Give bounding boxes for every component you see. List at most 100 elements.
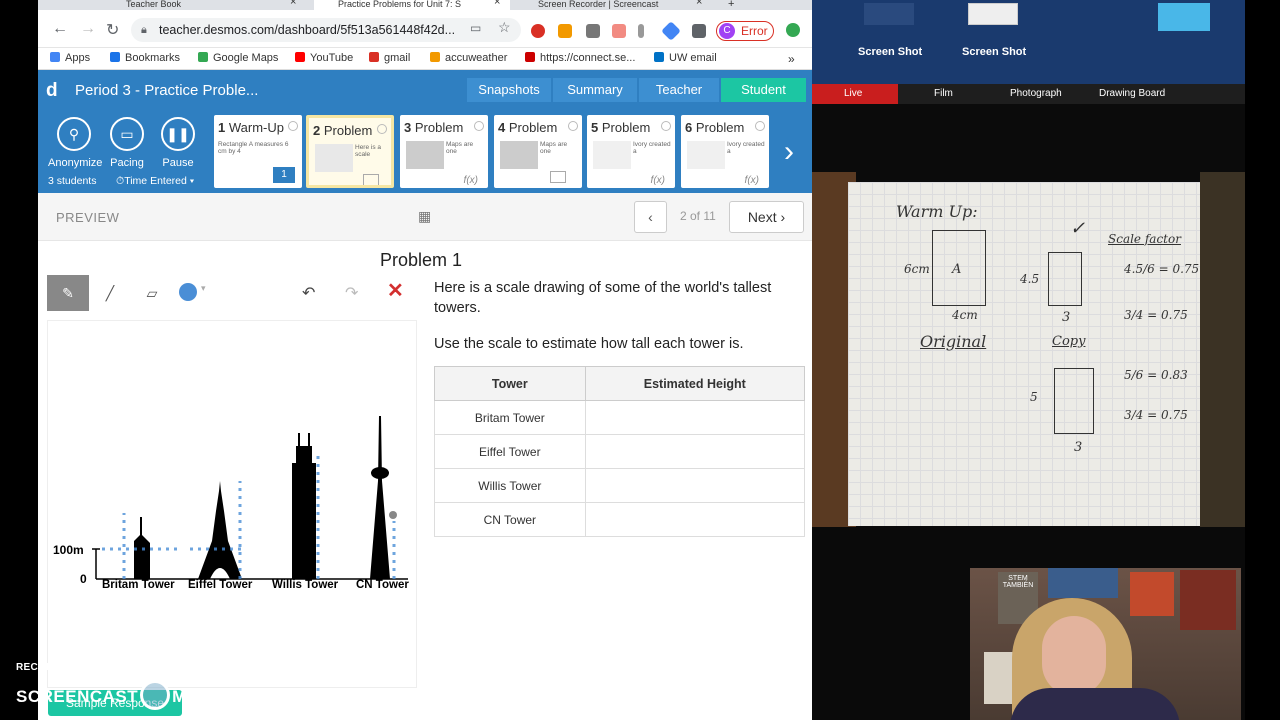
sketch-canvas[interactable]: 100m 0 Britam Tower Eiffel Tower Willis … <box>47 320 417 688</box>
pencil-icon: ✎ <box>62 285 74 301</box>
chevron-right-icon[interactable]: › <box>784 135 794 169</box>
desmos-logo[interactable]: d <box>46 80 58 102</box>
bookmark-apps[interactable]: Apps <box>50 52 90 64</box>
pin-extension-icon[interactable] <box>638 24 644 38</box>
tab-practice-problems[interactable]: Practice Problems for Unit 7: S × <box>314 0 510 10</box>
webcam-feed: STEM TAMBIÉN <box>970 568 1241 720</box>
extension-icon[interactable] <box>558 24 572 38</box>
close-icon[interactable]: × <box>494 0 500 8</box>
screen-card-2[interactable]: 2 Problem Here is a scale <box>306 115 394 188</box>
eye-icon[interactable] <box>661 121 671 131</box>
eye-icon[interactable] <box>288 121 298 131</box>
tab-summary[interactable]: Summary <box>553 78 637 102</box>
mode-film[interactable]: Film <box>934 88 953 99</box>
screen-card-4[interactable]: 4 Problem Maps are one <box>494 115 582 188</box>
cursor-dot <box>389 511 397 519</box>
mode-photograph[interactable]: Photograph <box>1010 88 1062 99</box>
eye-icon[interactable] <box>474 121 484 131</box>
activity-title[interactable]: Period 3 - Practice Proble... <box>75 82 258 99</box>
problem-instructions: Use the scale to estimate how tall each … <box>434 336 744 352</box>
cast-icon[interactable]: ▭ <box>470 21 481 35</box>
bookmark-youtube[interactable]: YouTube <box>295 52 353 64</box>
anonymize-button[interactable]: ⚲ Anonymize <box>48 117 102 169</box>
next-button[interactable]: Next › <box>729 201 804 233</box>
pacing-button[interactable]: ▭ Pacing <box>102 117 152 169</box>
bookmark-bookmarks[interactable]: Bookmarks <box>110 52 180 64</box>
diamond-extension-icon[interactable] <box>661 21 681 41</box>
eye-icon[interactable] <box>568 121 578 131</box>
tab-snapshots[interactable]: Snapshots <box>467 78 551 102</box>
camera-mode-bar: Live Film Photograph Drawing Board <box>812 84 1245 104</box>
list-extension-icon[interactable] <box>586 24 600 38</box>
forward-icon[interactable]: → <box>80 20 96 38</box>
tower-height-table: Tower Estimated Height Britam Tower Eiff… <box>434 366 806 537</box>
test-rectangle <box>1054 368 1094 434</box>
star-icon[interactable]: ☆ <box>498 19 511 36</box>
screen-thumbnail <box>593 141 631 169</box>
tab-student[interactable]: Student <box>721 78 806 102</box>
scale-top-label: 100m <box>53 543 84 557</box>
puzzle-icon[interactable] <box>692 24 706 38</box>
close-icon[interactable]: × <box>290 0 296 8</box>
screenshot-thumbnail[interactable] <box>864 3 914 25</box>
bookmark-gmail[interactable]: gmail <box>369 52 410 64</box>
checkmark-icon: ✓ <box>1070 218 1086 239</box>
eye-icon[interactable] <box>377 124 387 134</box>
sort-dropdown[interactable]: ⏱Time Entered ▾ <box>116 175 194 188</box>
height-input[interactable] <box>584 434 806 469</box>
screens-strip: ⚲ Anonymize ▭ Pacing ❚❚ Pause 3 students… <box>38 111 812 193</box>
clear-icon[interactable]: ✕ <box>387 278 404 303</box>
table-row: Eiffel Tower <box>434 434 806 469</box>
column-header-height: Estimated Height <box>584 366 806 401</box>
close-icon[interactable]: × <box>696 0 702 8</box>
problem-prompt: Here is a scale drawing of some of the w… <box>434 280 772 316</box>
profile-error-button[interactable]: C Error <box>716 21 774 41</box>
bookmarks-overflow-icon[interactable]: » <box>788 52 795 66</box>
pencil-tool[interactable]: ✎ <box>47 275 89 311</box>
pause-button[interactable]: ❚❚ Pause <box>153 117 203 169</box>
screen-card-1[interactable]: 1 Warm-Up Rectangle A measures 6 cm by 4… <box>214 115 302 188</box>
eye-icon[interactable] <box>755 121 765 131</box>
desktop-background: Screen Shot Screen Shot <box>812 0 1245 84</box>
line-tool[interactable]: ╱ <box>89 275 131 311</box>
bookmark-uw-email[interactable]: UW email <box>654 52 717 64</box>
lock-icon: 🔒︎ <box>141 24 147 36</box>
eraser-tool[interactable]: ▱ <box>131 275 173 311</box>
connect-icon <box>525 52 535 62</box>
calculator-icon[interactable]: ▦ <box>418 208 431 225</box>
mode-live-label: Live <box>844 88 863 99</box>
column-header-tower: Tower <box>434 366 586 401</box>
mode-drawing-board[interactable]: Drawing Board <box>1099 88 1165 99</box>
screen-card-6[interactable]: 6 Problem Ivory created a f(x) <box>681 115 769 188</box>
back-icon[interactable]: ← <box>52 20 68 38</box>
tab-teacher-book[interactable]: Teacher Book × <box>102 0 298 10</box>
label-britam: Britam Tower <box>102 579 175 591</box>
desktop-file-icon[interactable] <box>1158 3 1210 31</box>
undo-icon[interactable]: ↶ <box>302 283 315 303</box>
height-input[interactable] <box>584 400 806 435</box>
desk-edge <box>1200 172 1245 527</box>
bookmark-accuweather[interactable]: accuweather <box>430 52 507 64</box>
chevron-down-icon[interactable]: ▾ <box>201 283 206 294</box>
previous-button[interactable]: ‹ <box>634 201 667 233</box>
height-input[interactable] <box>584 502 806 537</box>
cn-tower <box>370 416 390 579</box>
new-tab-icon[interactable]: + <box>728 0 734 10</box>
bookmark-connect[interactable]: https://connect.se... <box>525 52 635 64</box>
height-input[interactable] <box>584 468 806 503</box>
tab-teacher[interactable]: Teacher <box>639 78 719 102</box>
screen-card-5[interactable]: 5 Problem Ivory created a f(x) <box>587 115 675 188</box>
response-badge: 1 <box>273 167 295 183</box>
address-bar[interactable]: 🔒︎ teacher.desmos.com/dashboard/5f513a56… <box>131 18 521 42</box>
opera-extension-icon[interactable] <box>531 24 545 38</box>
redo-icon[interactable]: ↷ <box>345 283 358 303</box>
bookmark-google-maps[interactable]: Google Maps <box>198 52 278 64</box>
update-icon[interactable] <box>786 23 800 37</box>
arrow-extension-icon[interactable] <box>612 24 626 38</box>
screen-card-3[interactable]: 3 Problem Maps are one f(x) <box>400 115 488 188</box>
tab-screen-recorder[interactable]: Screen Recorder | Screencast × <box>514 0 710 10</box>
color-picker[interactable] <box>179 283 197 301</box>
pacing-icon: ▭ <box>110 117 144 151</box>
screenshot-thumbnail[interactable] <box>968 3 1018 25</box>
reload-icon[interactable]: ↻ <box>106 20 119 40</box>
